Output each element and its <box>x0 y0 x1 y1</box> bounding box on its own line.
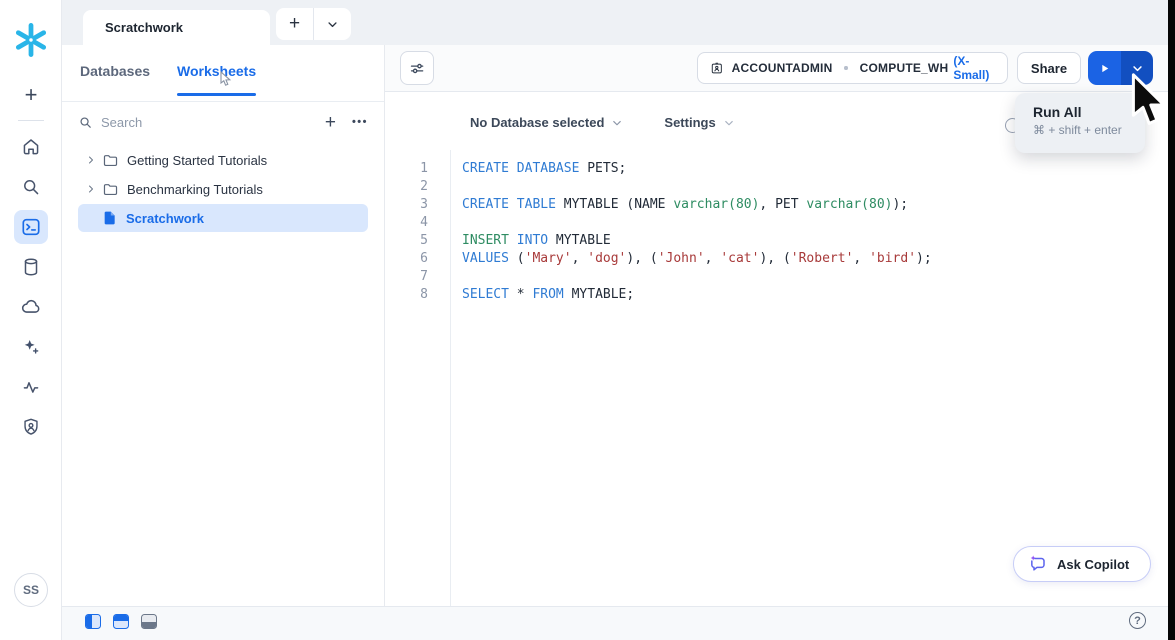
code-line-3[interactable]: 3CREATE TABLE MYTABLE (NAME varchar(80),… <box>385 196 1145 214</box>
item-label: Scratchwork <box>126 211 204 226</box>
mouse-cursor-arrow <box>1127 72 1169 132</box>
code-lines[interactable]: 1CREATE DATABASE PETS;23CREATE TABLE MYT… <box>385 160 1145 304</box>
chevron-right-icon[interactable] <box>84 183 98 195</box>
editor-context-row: No Database selected Settings <box>470 115 736 130</box>
sidebar-search-row: + ••• <box>62 105 384 139</box>
ask-copilot-label: Ask Copilot <box>1057 557 1129 572</box>
sql-editor[interactable]: No Database selected Settings 1CREATE DA… <box>385 92 1168 606</box>
code-line-5[interactable]: 5INSERT INTO MYTABLE <box>385 232 1145 250</box>
small-cursor-pointer <box>219 71 233 87</box>
run-menu: Run All ⌘ + shift + enter <box>1015 93 1145 153</box>
settings-dropdown[interactable]: Settings <box>664 115 715 130</box>
chevron-down-icon <box>325 17 340 32</box>
ai-sparkles-icon[interactable] <box>21 337 42 358</box>
worksheet-item-scratchwork[interactable]: Scratchwork <box>78 204 368 232</box>
sidebar: Databases Worksheets + ••• Getting Start… <box>62 45 385 606</box>
admin-badge-icon[interactable] <box>21 417 42 438</box>
search-icon[interactable] <box>21 177 42 198</box>
activity-pulse-icon[interactable] <box>21 377 42 398</box>
tab-actions: + <box>276 8 351 40</box>
folder-icon <box>102 152 119 169</box>
copilot-sparkle-chat-icon <box>1028 554 1048 574</box>
code-line-2[interactable]: 2 <box>385 178 1145 196</box>
filters-button[interactable] <box>400 51 434 85</box>
help-button[interactable]: ? <box>1129 612 1146 629</box>
tab-scratchwork[interactable]: Scratchwork <box>83 10 270 45</box>
screen-edge-black-strip <box>1168 0 1175 640</box>
tab-databases[interactable]: Databases <box>80 63 150 79</box>
document-icon <box>102 210 118 226</box>
role-badge-icon <box>710 60 724 77</box>
layout-top-panel-icon[interactable] <box>113 614 129 629</box>
tab-worksheets[interactable]: Worksheets <box>177 63 256 79</box>
item-label: Getting Started Tutorials <box>127 153 267 168</box>
share-button[interactable]: Share <box>1017 52 1081 84</box>
snowsight-app: + <box>0 0 1175 640</box>
folder-item-benchmarking-tutorials[interactable]: Benchmarking Tutorials <box>78 175 368 203</box>
home-icon[interactable] <box>21 137 42 158</box>
rail-divider <box>18 120 44 121</box>
worksheet-toolbar: ACCOUNTADMIN COMPUTE_WH (X-Small) Share <box>385 45 1168 92</box>
status-bar: ? <box>62 606 1168 640</box>
role-label: ACCOUNTADMIN <box>732 61 833 75</box>
left-nav-rail: + <box>0 0 62 640</box>
layout-left-panel-icon[interactable] <box>85 614 101 629</box>
sliders-icon <box>408 59 427 78</box>
new-tab-button[interactable]: + <box>276 8 313 40</box>
code-line-7[interactable]: 7 <box>385 268 1145 286</box>
session-context-selector[interactable]: ACCOUNTADMIN COMPUTE_WH (X-Small) <box>697 52 1008 84</box>
plus-icon: + <box>289 13 300 35</box>
warehouse-label: COMPUTE_WH <box>860 61 949 75</box>
data-database-icon[interactable] <box>21 257 42 278</box>
search-icon <box>78 115 93 130</box>
run-button[interactable] <box>1088 51 1121 85</box>
chevron-down-icon[interactable] <box>722 116 736 130</box>
worksheet-list: Getting Started Tutorials Benchmarking Tu… <box>62 145 384 233</box>
user-avatar[interactable]: SS <box>14 573 48 607</box>
chevron-down-icon[interactable] <box>610 116 624 130</box>
new-worksheet-plus-icon[interactable]: + <box>25 82 38 108</box>
item-label: Benchmarking Tutorials <box>127 182 263 197</box>
layout-bottom-panel-icon[interactable] <box>141 614 157 629</box>
marketplace-cloud-icon[interactable] <box>20 296 42 318</box>
warehouse-size-label: (X-Small) <box>953 54 995 82</box>
tab-list-dropdown-button[interactable] <box>314 8 351 40</box>
worksheets-terminal-icon[interactable] <box>20 216 42 238</box>
chevron-right-icon[interactable] <box>84 154 98 166</box>
database-selector[interactable]: No Database selected <box>470 115 604 130</box>
search-input[interactable] <box>101 115 261 130</box>
sidebar-divider <box>62 101 384 102</box>
folder-item-getting-started-tutorials[interactable]: Getting Started Tutorials <box>78 146 368 174</box>
tab-scratchwork-label: Scratchwork <box>105 20 183 35</box>
code-line-8[interactable]: 8SELECT * FROM MYTABLE; <box>385 286 1145 304</box>
more-options-icon[interactable]: ••• <box>352 116 368 128</box>
separator-dot <box>844 66 847 70</box>
snowflake-logo-icon[interactable] <box>12 21 50 59</box>
worksheet-tab-bar: Scratchwork + <box>62 0 1168 45</box>
add-worksheet-icon[interactable]: + <box>325 113 336 132</box>
code-line-6[interactable]: 6VALUES ('Mary', 'dog'), ('John', 'cat')… <box>385 250 1145 268</box>
code-line-4[interactable]: 4 <box>385 214 1145 232</box>
folder-icon <box>102 181 119 198</box>
code-line-1[interactable]: 1CREATE DATABASE PETS; <box>385 160 1145 178</box>
play-icon <box>1097 61 1112 76</box>
ask-copilot-button[interactable]: Ask Copilot <box>1013 546 1151 582</box>
tab-worksheets-underline <box>177 93 256 96</box>
